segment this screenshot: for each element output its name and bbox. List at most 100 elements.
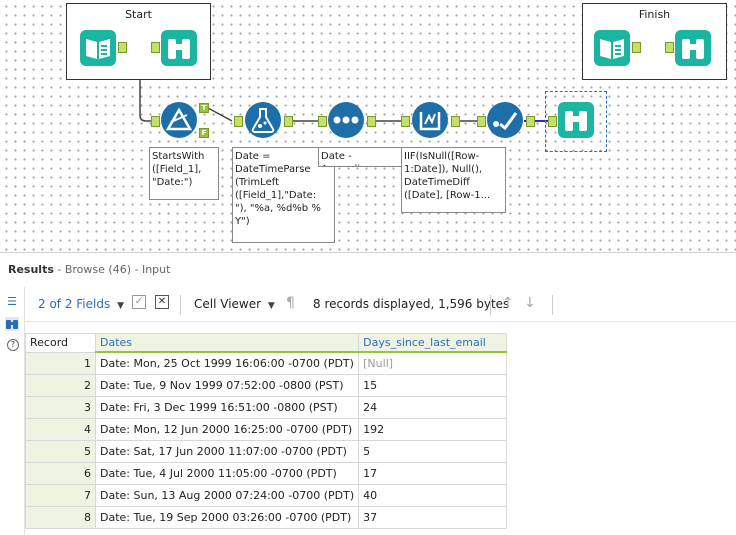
dates-cell[interactable]: Date: Mon, 25 Oct 1999 16:06:00 -0700 (P…	[94, 351, 360, 375]
connection-filter-to-formula	[207, 107, 233, 122]
record-number: 7	[25, 484, 96, 507]
sort-input-anchor[interactable]	[318, 116, 327, 127]
input-output-anchor[interactable]	[118, 42, 127, 53]
days-cell[interactable]: 5	[358, 440, 508, 463]
browse-tool-start[interactable]	[161, 30, 197, 66]
days-cell[interactable]: 192	[358, 418, 508, 441]
binoculars-browse-icon	[168, 39, 190, 59]
browse-tool-main[interactable]	[558, 102, 594, 138]
sort-output-anchor[interactable]	[367, 116, 376, 127]
start-container-title: Start	[125, 8, 152, 21]
record-number: 2	[25, 374, 96, 397]
results-header: Results - Browse (46) - Input	[8, 263, 170, 276]
help-icon[interactable]: ?	[7, 339, 19, 351]
dates-cell[interactable]: Date: Sun, 13 Aug 2000 07:24:00 -0700 (P…	[94, 484, 360, 507]
record-number: 5	[25, 440, 96, 463]
flask-formula-icon	[251, 108, 275, 133]
filter-input-anchor[interactable]	[151, 116, 160, 127]
delete-box-icon[interactable]: ✕	[155, 295, 169, 309]
table-row[interactable]: 7 Date: Sun, 13 Aug 2000 07:24:00 -0700 …	[25, 484, 508, 507]
record-number: 4	[25, 418, 96, 441]
browse-input-anchor[interactable]	[665, 42, 674, 53]
browse-input-anchor[interactable]	[548, 116, 557, 127]
column-header-dates[interactable]: Dates	[94, 333, 360, 353]
dates-cell[interactable]: Date: Tue, 19 Sep 2000 03:26:00 -0700 (P…	[94, 506, 360, 529]
column-header-days[interactable]: Days_since_last_email	[358, 333, 508, 353]
days-cell[interactable]: 24	[358, 396, 508, 419]
dates-cell[interactable]: Date: Mon, 12 Jun 2000 16:25:00 -0700 (P…	[94, 418, 360, 441]
workflow-canvas[interactable]: Start Finish T F StartsWith ([Field_1], …	[0, 0, 736, 252]
book-input-icon	[86, 39, 110, 59]
filter-false-anchor[interactable]: F	[199, 128, 209, 138]
toolbar-divider	[180, 295, 181, 315]
table-row[interactable]: 2 Date: Tue, 9 Nov 1999 07:52:00 -0800 (…	[25, 374, 508, 397]
table-row[interactable]: 6 Date: Tue, 4 Jul 2000 11:05:00 -0700 (…	[25, 462, 508, 485]
sort-tool[interactable]	[328, 102, 364, 138]
arrow-down-icon[interactable]: ↓	[524, 295, 536, 311]
days-cell[interactable]: [Null]	[358, 351, 508, 375]
input-output-anchor[interactable]	[632, 42, 641, 53]
fields-dropdown-label: 2 of 2 Fields	[38, 297, 111, 311]
table-row[interactable]: 8 Date: Tue, 19 Sep 2000 03:26:00 -0700 …	[25, 506, 508, 529]
multirow-formula-tool[interactable]	[412, 102, 448, 138]
input-tool-finish[interactable]	[594, 30, 630, 66]
dates-cell[interactable]: Date: Tue, 4 Jul 2000 11:05:00 -0700 (PD…	[94, 462, 360, 485]
binoculars-view-icon[interactable]	[5, 317, 19, 331]
column-header-record[interactable]: Record	[25, 333, 96, 353]
dates-cell[interactable]: Date: Sat, 17 Jun 2000 11:07:00 -0700 (P…	[94, 440, 360, 463]
filter-true-anchor[interactable]: T	[199, 103, 209, 113]
record-number: 6	[25, 462, 96, 485]
input-tool-start[interactable]	[80, 30, 116, 66]
dots-sort-icon	[333, 116, 359, 124]
results-subtitle: - Browse (46) - Input	[53, 263, 171, 276]
results-pane: Results - Browse (46) - Input ☰ ? 2 of 2…	[0, 252, 736, 535]
sort-annotation: Date - Ascending	[318, 147, 404, 167]
cell-viewer-label: Cell Viewer	[194, 297, 262, 311]
finish-container-title: Finish	[638, 8, 671, 21]
checkmark-select-icon	[493, 112, 518, 131]
filter-triangle-icon	[165, 107, 193, 131]
record-number: 3	[25, 396, 96, 419]
formula-output-anchor[interactable]	[284, 116, 293, 127]
select-output-anchor[interactable]	[526, 116, 535, 127]
binoculars-browse-icon	[565, 111, 587, 131]
formula-input-anchor[interactable]	[234, 116, 243, 127]
fields-dropdown[interactable]: 2 of 2 Fields ▼	[38, 297, 124, 311]
browse-tool-finish[interactable]	[675, 30, 711, 66]
results-toolbar: 2 of 2 Fields ▼ ✓ ✕ Cell Viewer ▼ ¶ 8 re…	[24, 287, 736, 322]
days-cell[interactable]: 40	[358, 484, 508, 507]
arrow-up-icon[interactable]: ↑	[502, 295, 514, 311]
table-row[interactable]: 1 Date: Mon, 25 Oct 1999 16:06:00 -0700 …	[25, 351, 508, 375]
binoculars-browse-icon	[682, 39, 704, 59]
select-tool[interactable]	[487, 102, 523, 138]
cell-viewer-dropdown[interactable]: Cell Viewer ▼	[194, 297, 275, 311]
dates-cell[interactable]: Date: Tue, 9 Nov 1999 07:52:00 -0800 (PS…	[94, 374, 360, 397]
pilcrow-icon[interactable]: ¶	[286, 295, 295, 311]
multirow-output-anchor[interactable]	[451, 116, 460, 127]
multirow-formula-icon	[419, 112, 441, 131]
multirow-annotation: IIF(IsNull([Row- 1:Date]), Null(), DateT…	[401, 147, 506, 213]
filter-tool[interactable]	[161, 102, 197, 138]
days-cell[interactable]: 17	[358, 462, 508, 485]
list-view-icon[interactable]: ☰	[5, 295, 19, 309]
toolbar-divider	[490, 295, 491, 315]
records-info: 8 records displayed, 1,596 bytes	[313, 297, 510, 311]
chevron-down-icon: ▼	[267, 301, 275, 311]
chevron-down-icon: ▼	[117, 301, 124, 311]
browse-input-anchor[interactable]	[151, 42, 160, 53]
table-row[interactable]: 4 Date: Mon, 12 Jun 2000 16:25:00 -0700 …	[25, 418, 508, 441]
select-input-anchor[interactable]	[477, 116, 486, 127]
days-cell[interactable]: 15	[358, 374, 508, 397]
table-row[interactable]: 3 Date: Fri, 3 Dec 1999 16:51:00 -0800 (…	[25, 396, 508, 419]
checkbox-icon[interactable]: ✓	[132, 295, 146, 309]
dates-cell[interactable]: Date: Fri, 3 Dec 1999 16:51:00 -0800 (PS…	[94, 396, 360, 419]
filter-annotation: StartsWith ([Field_1], "Date:")	[149, 147, 219, 200]
results-table: Record Dates Days_since_last_email 1 Dat…	[25, 333, 508, 529]
record-number: 8	[25, 506, 96, 529]
days-cell[interactable]: 37	[358, 506, 508, 529]
book-input-icon	[600, 39, 624, 59]
record-number: 1	[25, 351, 96, 375]
formula-tool[interactable]	[245, 102, 281, 138]
multirow-input-anchor[interactable]	[401, 116, 410, 127]
table-row[interactable]: 5 Date: Sat, 17 Jun 2000 11:07:00 -0700 …	[25, 440, 508, 463]
